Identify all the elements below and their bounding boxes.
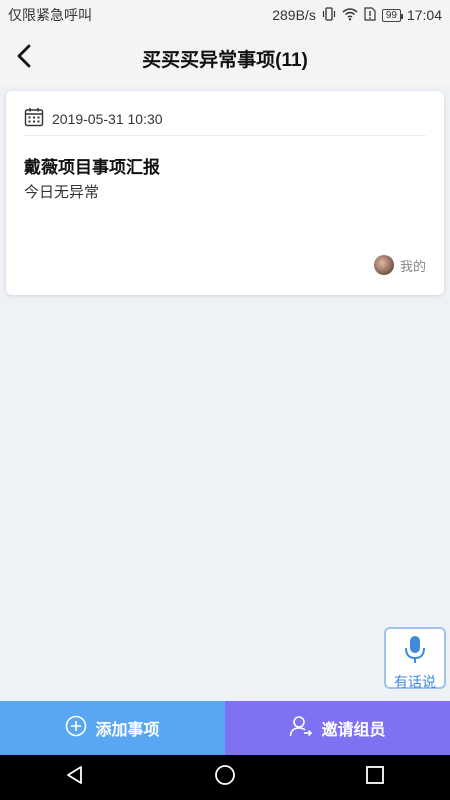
nav-recent-button[interactable] (345, 755, 405, 800)
add-item-button[interactable]: 添加事项 (0, 701, 225, 755)
bottom-action-bar: 添加事项 邀请组员 (0, 701, 450, 755)
wifi-icon (342, 7, 358, 24)
plus-circle-icon (65, 715, 87, 742)
card-date: 2019-05-31 10:30 (52, 111, 163, 127)
battery-indicator: 99 (381, 8, 404, 22)
card-content: 今日无异常 (24, 184, 100, 201)
back-button[interactable] (8, 42, 40, 74)
status-right-group: 289B/s 99 17:04 (272, 6, 442, 24)
status-time: 17:04 (406, 7, 442, 23)
card-title: 戴薇项目事项汇报 (24, 158, 160, 177)
author-name: 我的 (399, 258, 426, 274)
nav-home-button[interactable] (195, 755, 255, 800)
nav-recent-icon (365, 765, 385, 790)
invite-members-label: 邀请组员 (321, 722, 386, 739)
card-author: 我的 (373, 255, 426, 275)
page-header: 买买买异常事项(11) (0, 30, 450, 86)
back-arrow-icon (16, 44, 32, 73)
nav-back-icon (65, 765, 85, 790)
nav-back-button[interactable] (45, 755, 105, 800)
add-user-icon (289, 715, 313, 742)
add-item-label: 添加事项 (95, 722, 160, 739)
status-left-text: 仅限紧急呼叫 (8, 7, 92, 23)
card-date-row: 2019-05-31 10:30 (24, 103, 426, 136)
vibrate-icon (322, 6, 336, 24)
system-nav-bar (0, 755, 450, 800)
voice-label: 有话说 (394, 674, 436, 690)
network-speed: 289B/s (272, 7, 316, 23)
sim-alert-icon (364, 6, 376, 24)
page-title: 买买买异常事项(11) (142, 49, 308, 71)
voice-button[interactable]: 有话说 (384, 627, 446, 690)
event-card[interactable]: 2019-05-31 10:30 戴薇项目事项汇报 今日无异常 我的 (6, 91, 444, 295)
invite-members-button[interactable]: 邀请组员 (225, 701, 450, 755)
calendar-icon (24, 107, 44, 132)
mic-icon (404, 635, 426, 670)
nav-home-icon (214, 764, 236, 791)
avatar (373, 255, 394, 275)
status-bar: 仅限紧急呼叫 289B/s 99 17:04 (0, 0, 450, 30)
